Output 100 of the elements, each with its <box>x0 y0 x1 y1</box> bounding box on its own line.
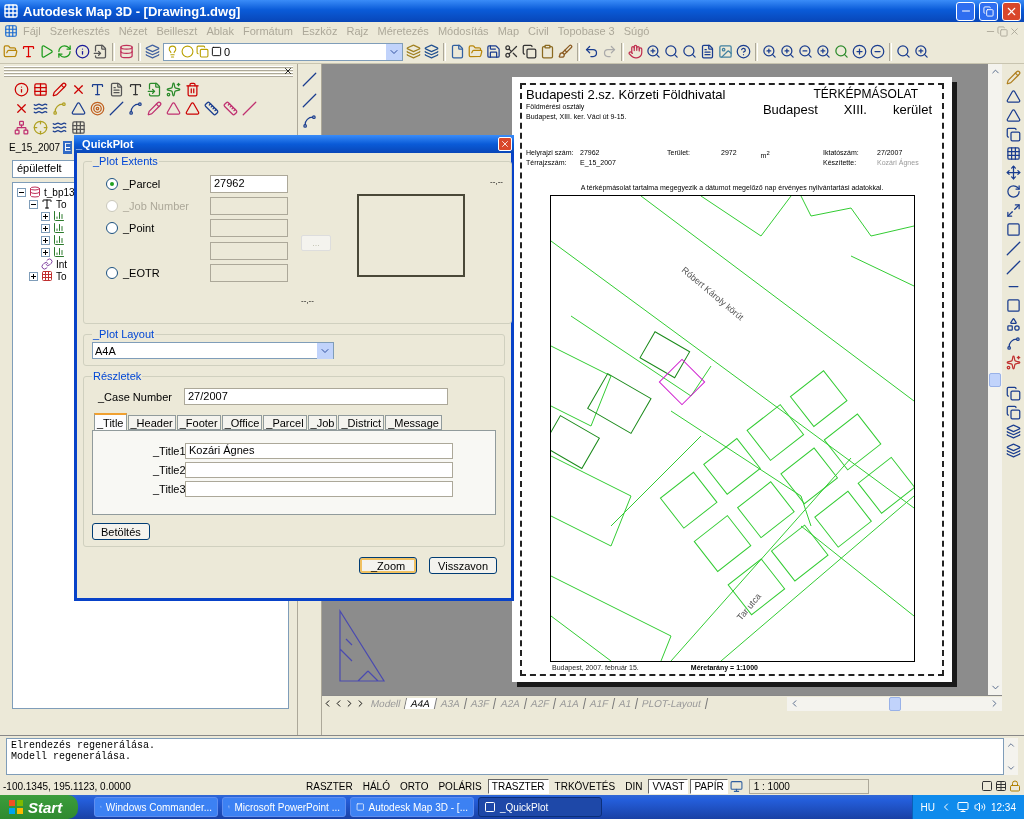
layout-dropdown[interactable]: A4A <box>92 342 334 359</box>
sparkle-icon[interactable] <box>1005 355 1021 370</box>
ruler-icon[interactable] <box>223 101 238 116</box>
panel-tab[interactable]: E_15_2007 <box>8 141 62 154</box>
search-icon[interactable] <box>682 44 697 59</box>
triangle-icon[interactable] <box>1005 108 1021 123</box>
ruler-icon[interactable] <box>204 101 219 116</box>
rotate-icon[interactable] <box>1005 184 1021 199</box>
taskbar-button[interactable]: Autodesk Map 3D - [... <box>350 797 474 817</box>
taskbar-button[interactable]: Microsoft PowerPoint ... <box>222 797 346 817</box>
status-toggle[interactable]: TRASZTER <box>487 778 549 794</box>
document-arrow-icon[interactable] <box>93 44 108 59</box>
close-button[interactable] <box>1002 1 1021 21</box>
square-icon[interactable] <box>981 780 993 792</box>
bar-chart-icon[interactable] <box>53 210 65 222</box>
info-icon[interactable] <box>14 82 29 97</box>
expander-icon[interactable] <box>41 247 50 257</box>
folder-icon[interactable] <box>3 44 18 59</box>
layers-icon[interactable] <box>145 44 160 59</box>
move-icon[interactable] <box>1005 165 1021 180</box>
grid-icon[interactable] <box>1005 146 1021 161</box>
grid-icon[interactable] <box>71 120 86 135</box>
layers-icon[interactable] <box>424 44 439 59</box>
slash-icon[interactable] <box>109 101 124 116</box>
search-icon[interactable] <box>896 44 911 59</box>
tab[interactable]: _Job <box>307 415 338 430</box>
clipboard-icon[interactable] <box>540 44 555 59</box>
shapes-icon[interactable] <box>1005 317 1021 332</box>
waves-icon[interactable] <box>33 101 48 116</box>
close-icon[interactable] <box>283 66 293 76</box>
tab[interactable]: _Message <box>385 415 442 430</box>
expander-icon[interactable] <box>41 223 50 233</box>
language-indicator[interactable]: HU <box>920 801 935 813</box>
curve-icon[interactable] <box>128 101 143 116</box>
tree-item-label[interactable]: t_bp13 <box>44 186 75 198</box>
info-icon[interactable] <box>75 44 90 59</box>
dialog-button[interactable]: _Zoom <box>359 557 418 574</box>
database-icon[interactable] <box>119 44 134 59</box>
bar-chart-icon[interactable] <box>53 234 65 246</box>
sparkle-icon[interactable] <box>166 82 181 97</box>
search-icon[interactable] <box>834 44 849 59</box>
vertical-scrollbar[interactable] <box>988 64 1002 695</box>
tab[interactable]: _Header <box>127 415 176 430</box>
input-field[interactable]: Kozári Ágnes <box>185 443 453 459</box>
pan-icon[interactable] <box>628 44 643 59</box>
new-file-icon[interactable] <box>450 44 465 59</box>
copy-icon[interactable] <box>522 44 537 59</box>
grid-icon[interactable] <box>41 270 53 282</box>
letter-t-icon[interactable] <box>90 82 105 97</box>
input-field[interactable] <box>185 462 453 478</box>
status-toggle[interactable]: PAPÍR <box>690 778 728 794</box>
zoom-in-icon[interactable] <box>914 44 929 59</box>
scroll-down-icon[interactable] <box>1006 763 1016 773</box>
letter-a-icon[interactable] <box>21 44 36 59</box>
copy-icon[interactable] <box>1005 405 1021 420</box>
scale-field[interactable]: 1 : 1000 <box>748 778 869 794</box>
input-field[interactable] <box>185 481 453 497</box>
layer-dropdown[interactable]: 0 <box>163 42 403 61</box>
pencil-icon[interactable] <box>52 82 67 97</box>
tree-item-label[interactable]: Int <box>56 258 68 270</box>
link-icon[interactable] <box>41 258 53 270</box>
load-button[interactable]: Betöltés <box>92 523 150 540</box>
save-icon[interactable] <box>486 44 501 59</box>
close-button[interactable] <box>498 137 512 151</box>
restore-button[interactable] <box>979 1 998 21</box>
tab[interactable]: _Office <box>221 415 263 430</box>
circle-icon[interactable] <box>181 45 194 58</box>
slash-icon[interactable] <box>1005 260 1021 275</box>
line-icon[interactable] <box>302 72 317 87</box>
network-icon[interactable] <box>14 120 29 135</box>
layout-tab[interactable]: A4A <box>405 698 438 709</box>
status-toggle[interactable]: VVAST <box>648 778 689 794</box>
triangle-icon[interactable] <box>1005 89 1021 104</box>
brush-icon[interactable] <box>558 44 573 59</box>
tree-item-label[interactable]: To <box>56 198 67 210</box>
copy-icon[interactable] <box>1005 127 1021 142</box>
play-icon[interactable] <box>39 44 54 59</box>
database-icon[interactable] <box>29 186 41 198</box>
speaker-icon[interactable] <box>973 801 986 813</box>
input-field[interactable]: 27962 <box>210 175 288 193</box>
scale-icon[interactable] <box>1005 203 1021 218</box>
horizontal-scrollbar[interactable] <box>787 696 1002 711</box>
cross-icon[interactable] <box>71 82 86 97</box>
tab[interactable]: _Title <box>94 413 127 430</box>
help-icon[interactable] <box>736 44 751 59</box>
tab[interactable]: _District <box>338 415 385 430</box>
zoom-out-icon[interactable] <box>798 44 813 59</box>
bar-chart-icon[interactable] <box>53 222 65 234</box>
zoom-in-icon[interactable] <box>780 44 795 59</box>
taskbar-button[interactable]: Windows Commander... <box>94 797 218 817</box>
radio-option[interactable]: _Point <box>92 219 210 237</box>
letter-t-icon[interactable] <box>41 198 53 210</box>
properties-icon[interactable] <box>700 44 715 59</box>
scroll-thumb[interactable] <box>989 372 1001 387</box>
slash-icon[interactable] <box>1005 241 1021 256</box>
zoom-in-icon[interactable] <box>762 44 777 59</box>
waves-icon[interactable] <box>52 120 67 135</box>
curve-icon[interactable] <box>302 114 317 129</box>
export-icon[interactable] <box>147 82 162 97</box>
zoom-in-icon[interactable] <box>646 44 661 59</box>
